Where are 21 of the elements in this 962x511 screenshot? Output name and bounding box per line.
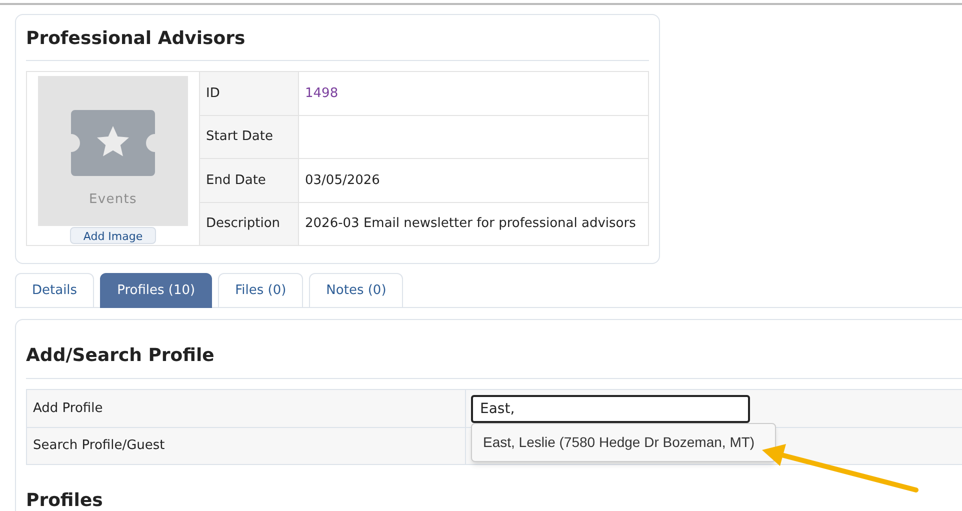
tab[interactable]: Notes (0) (309, 273, 404, 308)
id-link[interactable]: 1498 (305, 84, 338, 103)
row-label: Search Profile/Guest (33, 437, 165, 456)
image-caption: Events (89, 191, 137, 209)
field-value: 03/05/2026 (305, 172, 380, 190)
profiles-heading: Profiles (26, 491, 104, 511)
field-label: End Date (206, 172, 266, 190)
ticket-star-icon (71, 110, 155, 176)
tab[interactable]: Profiles (10) (100, 273, 212, 308)
suggestion-item[interactable]: East, Leslie (7580 Hedge Dr Bozeman, MT) (472, 432, 775, 453)
add-image-button[interactable]: Add Image (70, 227, 156, 244)
row-label: Add Profile (33, 400, 103, 418)
section-title: Add/Search Profile (26, 342, 962, 379)
field-value: 2026-03 Email newsletter for professional advisors (305, 215, 636, 233)
tab[interactable]: Details (15, 273, 94, 308)
card-title: Professional Advisors (26, 25, 649, 61)
field-label: Description (206, 215, 280, 233)
field-label: ID (206, 84, 220, 102)
field-label: Start Date (206, 128, 273, 146)
add-profile-input[interactable]: East, (471, 394, 750, 422)
tab[interactable]: Files (0) (218, 273, 304, 308)
